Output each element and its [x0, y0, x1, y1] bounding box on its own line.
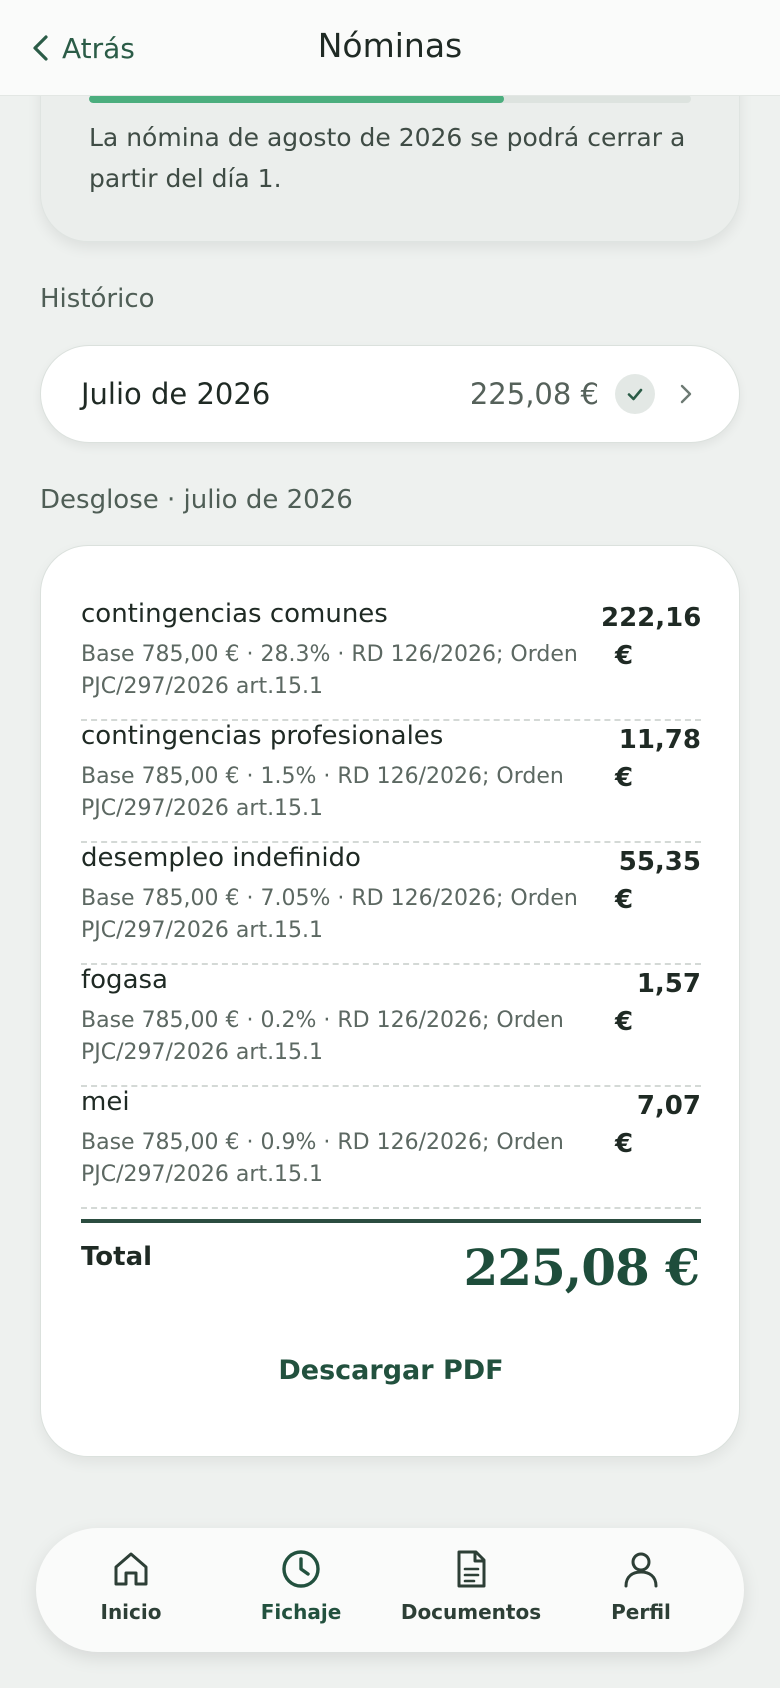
user-icon	[624, 1552, 658, 1588]
page-title: Nóminas	[317, 26, 463, 65]
nav-label: Documentos	[400, 1600, 542, 1624]
item-detail: Base 785,00 € · 1.5% · RD 126/2026; Orde…	[81, 764, 564, 821]
item-detail: Base 785,00 € · 7.05% · RD 126/2026; Ord…	[81, 886, 578, 943]
item-name: contingencias comunes	[81, 599, 388, 629]
total-divider	[81, 1219, 701, 1223]
item-detail: Base 785,00 € · 0.2% · RD 126/2026; Orde…	[81, 1008, 564, 1065]
document-icon	[457, 1550, 486, 1588]
clock-icon	[282, 1550, 320, 1588]
item-name: contingencias profesionales	[81, 721, 444, 751]
item-amount: 11,78 €	[615, 725, 701, 793]
breakdown-line-item: desempleo indefinido Base 785,00 € · 7.0…	[81, 843, 701, 965]
history-month: Julio de 2026	[81, 377, 271, 411]
breakdown-line-item: contingencias profesionales Base 785,00 …	[81, 721, 701, 843]
breakdown-line-item: contingencias comunes Base 785,00 € · 28…	[81, 599, 701, 721]
info-message: La nómina de agosto de 2026 se podrá cer…	[89, 123, 686, 193]
history-section-label: Histórico	[40, 284, 155, 314]
payroll-progress-bar	[89, 95, 691, 103]
nav-item-fichaje[interactable]: Fichaje	[221, 1548, 381, 1624]
item-detail: Base 785,00 € · 28.3% · RD 126/2026; Ord…	[81, 642, 578, 699]
history-amount: 225,08 €	[469, 377, 599, 411]
item-amount: 1,57 €	[615, 969, 701, 1037]
item-name: desempleo indefinido	[81, 843, 361, 873]
item-amount: 55,35 €	[615, 847, 701, 915]
breakdown-card: contingencias comunes Base 785,00 € · 28…	[40, 545, 740, 1457]
chevron-right-icon	[680, 384, 692, 404]
nav-item-inicio[interactable]: Inicio	[51, 1548, 211, 1624]
nav-label: Perfil	[611, 1600, 671, 1624]
payroll-progress-fill	[89, 95, 505, 103]
item-detail: Base 785,00 € · 0.9% · RD 126/2026; Orde…	[81, 1130, 564, 1187]
home-icon	[114, 1552, 148, 1586]
breakdown-line-item: fogasa Base 785,00 € · 0.2% · RD 126/202…	[81, 965, 701, 1087]
total-label: Total	[81, 1242, 153, 1272]
check-icon	[615, 374, 655, 414]
item-amount: 7,07 €	[615, 1091, 701, 1159]
breakdown-line-item: mei Base 785,00 € · 0.9% · RD 126/2026; …	[81, 1087, 701, 1209]
nav-label: Inicio	[100, 1600, 162, 1624]
breakdown-section-label: Desglose · julio de 2026	[40, 485, 353, 515]
total-amount: 225,08 €	[463, 1238, 700, 1297]
top-bar: Atrás Nóminas	[0, 0, 780, 96]
nav-item-documentos[interactable]: Documentos	[391, 1548, 551, 1624]
item-amount: 222,16 €	[601, 603, 702, 671]
download-pdf-button[interactable]: Descargar PDF	[41, 1355, 741, 1386]
item-name: fogasa	[81, 965, 168, 995]
nav-label: Fichaje	[260, 1600, 342, 1624]
history-item[interactable]: Julio de 2026 225,08 €	[40, 345, 740, 443]
item-name: mei	[81, 1087, 130, 1117]
nav-item-perfil[interactable]: Perfil	[561, 1548, 721, 1624]
bottom-navigation: Inicio Fichaje Documentos Perfil	[36, 1528, 744, 1652]
